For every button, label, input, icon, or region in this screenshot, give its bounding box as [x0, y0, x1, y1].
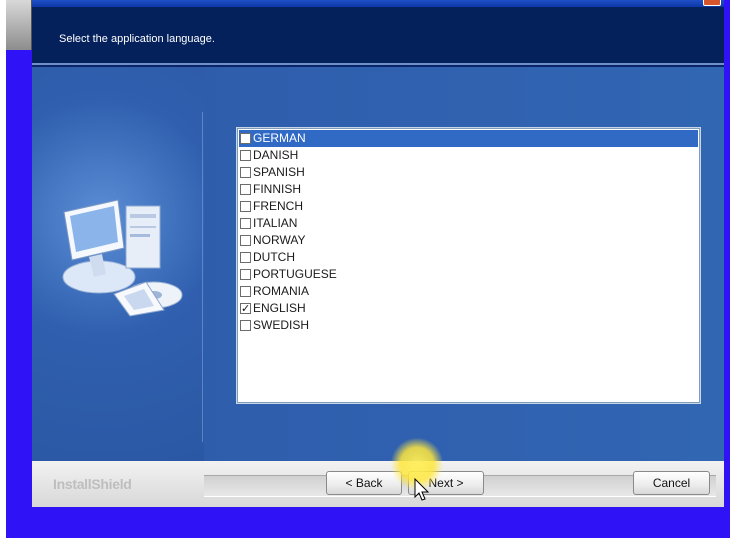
computer-setup-icon: [62, 199, 183, 317]
wizard-side-panel: [32, 67, 204, 461]
language-item[interactable]: FINNISH: [239, 181, 698, 198]
language-item[interactable]: DUTCH: [239, 249, 698, 266]
language-item[interactable]: PORTUGUESE: [239, 266, 698, 283]
language-item[interactable]: ITALIAN: [239, 215, 698, 232]
wizard-content: GERMAN DANISH SPANISH FINNISH FRENCH ITA…: [32, 67, 724, 461]
checkbox[interactable]: [240, 218, 251, 229]
desktop-background: Select the application language. GERMAN …: [6, 0, 730, 538]
language-item[interactable]: SWEDISH: [239, 317, 698, 334]
checkbox[interactable]: [240, 300, 251, 317]
checkbox[interactable]: [240, 252, 251, 263]
checkbox[interactable]: [240, 133, 251, 144]
checkbox[interactable]: [240, 184, 251, 195]
taskbar-app-icon[interactable]: [6, 0, 32, 50]
language-item[interactable]: GERMAN: [239, 130, 698, 147]
language-item[interactable]: NORWAY: [239, 232, 698, 249]
checkbox[interactable]: [240, 150, 251, 161]
language-item[interactable]: ROMANIA: [239, 283, 698, 300]
language-item[interactable]: SPANISH: [239, 164, 698, 181]
checkbox[interactable]: [240, 286, 251, 297]
language-item[interactable]: DANISH: [239, 147, 698, 164]
instruction-text: Select the application language.: [59, 33, 215, 45]
checkbox[interactable]: [240, 167, 251, 178]
mouse-cursor-icon: [414, 478, 430, 501]
wizard-footer: InstallShield < Back Next > Cancel: [32, 461, 724, 507]
checkbox[interactable]: [240, 320, 251, 331]
language-item[interactable]: FRENCH: [239, 198, 698, 215]
checkbox[interactable]: [240, 201, 251, 212]
back-button[interactable]: < Back: [326, 471, 402, 495]
wizard-header: Select the application language.: [32, 7, 724, 65]
title-bar[interactable]: [32, 0, 724, 7]
cancel-button[interactable]: Cancel: [633, 471, 710, 495]
installer-window: Select the application language. GERMAN …: [32, 0, 724, 507]
panel-divider: [202, 112, 203, 442]
close-icon[interactable]: [703, 0, 721, 6]
checkbox[interactable]: [240, 269, 251, 280]
checkbox[interactable]: [240, 235, 251, 246]
language-item[interactable]: ENGLISH: [239, 300, 698, 317]
installshield-logo: InstallShield: [53, 476, 132, 492]
language-listbox[interactable]: GERMAN DANISH SPANISH FINNISH FRENCH ITA…: [236, 127, 701, 404]
